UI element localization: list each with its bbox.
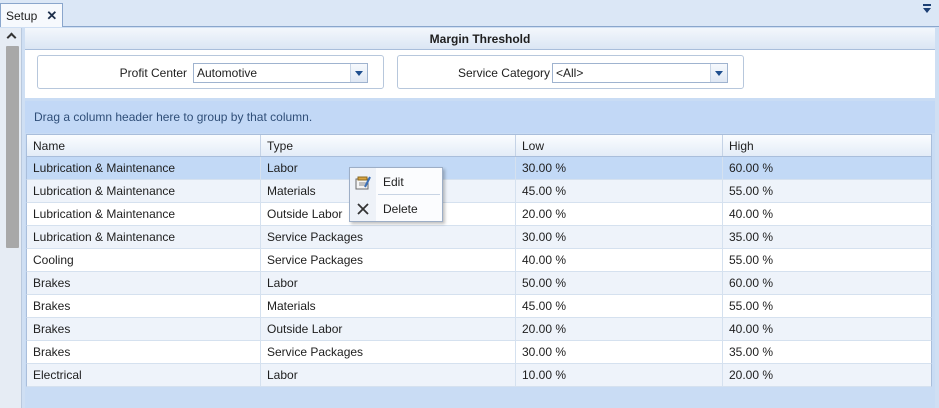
service-category-value: <All> — [556, 66, 584, 80]
profit-center-filter: Profit Center Automotive — [37, 55, 384, 89]
cell-low[interactable]: 45.00 % — [516, 295, 723, 317]
cell-high[interactable]: 55.00 % — [723, 249, 931, 271]
column-header-high[interactable]: High — [723, 135, 931, 156]
filters-panel: Profit Center Automotive Service Categor… — [25, 50, 935, 98]
context-menu-delete[interactable]: Delete — [350, 196, 442, 221]
cell-name[interactable]: Brakes — [27, 272, 261, 294]
table-row[interactable]: Cooling Service Packages 40.00 % 55.00 % — [26, 249, 932, 272]
cell-name[interactable]: Electrical — [27, 364, 261, 386]
context-menu: Edit Delete — [349, 167, 443, 222]
cell-low[interactable]: 45.00 % — [516, 180, 723, 202]
column-header-name[interactable]: Name — [27, 135, 261, 156]
cell-type[interactable]: Service Packages — [261, 226, 516, 248]
cell-high[interactable]: 40.00 % — [723, 203, 931, 225]
cell-high[interactable]: 55.00 % — [723, 180, 931, 202]
cell-high[interactable]: 20.00 % — [723, 364, 931, 386]
cell-type[interactable]: Service Packages — [261, 341, 516, 363]
close-icon[interactable]: ✕ — [46, 9, 57, 22]
tab-bar: Setup ✕ — [0, 0, 939, 27]
cell-name[interactable]: Brakes — [27, 295, 261, 317]
tab-setup[interactable]: Setup ✕ — [0, 3, 63, 27]
cell-type[interactable]: Labor — [261, 364, 516, 386]
profit-center-label: Profit Center — [119, 66, 187, 80]
chevron-down-icon[interactable] — [710, 64, 727, 82]
context-menu-delete-label: Delete — [383, 201, 418, 216]
section-title: Margin Threshold — [25, 28, 935, 50]
cell-low[interactable]: 20.00 % — [516, 318, 723, 340]
grid-body: Lubrication & Maintenance Labor 30.00 % 60.… — [26, 157, 932, 387]
cell-low[interactable]: 30.00 % — [516, 226, 723, 248]
vertical-scrollbar[interactable] — [0, 28, 22, 408]
context-menu-separator — [378, 194, 440, 195]
tab-list-dropdown-icon[interactable] — [923, 4, 931, 13]
context-menu-edit-label: Edit — [383, 174, 404, 189]
service-category-label: Service Category — [457, 66, 550, 80]
edit-icon — [350, 169, 376, 194]
cell-high[interactable]: 35.00 % — [723, 226, 931, 248]
service-category-select[interactable]: <All> — [552, 63, 728, 83]
cell-type[interactable]: Materials — [261, 295, 516, 317]
cell-low[interactable]: 30.00 % — [516, 341, 723, 363]
service-category-filter: Service Category <All> — [397, 55, 744, 89]
table-row[interactable]: Lubrication & Maintenance Materials 45.00 … — [26, 180, 932, 203]
cell-low[interactable]: 20.00 % — [516, 203, 723, 225]
delete-icon — [350, 196, 376, 221]
cell-name[interactable]: Lubrication & Maintenance — [27, 157, 261, 179]
table-row[interactable]: Lubrication & Maintenance Outside Labor 20… — [26, 203, 932, 226]
cell-type[interactable]: Outside Labor — [261, 318, 516, 340]
table-row[interactable]: Brakes Materials 45.00 % 55.00 % — [26, 295, 932, 318]
cell-name[interactable]: Lubrication & Maintenance — [27, 203, 261, 225]
main-panel: Margin Threshold Profit Center Automotiv… — [25, 28, 935, 408]
column-header-type[interactable]: Type — [261, 135, 516, 156]
cell-name[interactable]: Lubrication & Maintenance — [27, 180, 261, 202]
table-row[interactable]: Lubrication & Maintenance Service Package… — [26, 226, 932, 249]
cell-low[interactable]: 50.00 % — [516, 272, 723, 294]
cell-name[interactable]: Brakes — [27, 318, 261, 340]
cell-type[interactable]: Labor — [261, 272, 516, 294]
context-menu-edit[interactable]: Edit — [350, 169, 442, 194]
cell-low[interactable]: 40.00 % — [516, 249, 723, 271]
scrollbar-thumb[interactable] — [6, 46, 19, 248]
table-row[interactable]: Brakes Outside Labor 20.00 % 40.00 % — [26, 318, 932, 341]
tab-label: Setup — [6, 8, 38, 23]
group-by-panel[interactable]: Drag a column header here to group by th… — [25, 101, 935, 133]
cell-type[interactable]: Service Packages — [261, 249, 516, 271]
grid-header: Name Type Low High — [26, 134, 932, 157]
cell-name[interactable]: Lubrication & Maintenance — [27, 226, 261, 248]
column-header-low[interactable]: Low — [516, 135, 723, 156]
cell-name[interactable]: Brakes — [27, 341, 261, 363]
table-row[interactable]: Brakes Service Packages 30.00 % 35.00 % — [26, 341, 932, 364]
cell-high[interactable]: 40.00 % — [723, 318, 931, 340]
cell-low[interactable]: 10.00 % — [516, 364, 723, 386]
cell-high[interactable]: 60.00 % — [723, 157, 931, 179]
cell-low[interactable]: 30.00 % — [516, 157, 723, 179]
table-row[interactable]: Electrical Labor 10.00 % 20.00 % — [26, 364, 932, 387]
table-row[interactable]: Brakes Labor 50.00 % 60.00 % — [26, 272, 932, 295]
margin-threshold-grid: Name Type Low High Lubrication & Mainten… — [26, 134, 932, 408]
profit-center-select[interactable]: Automotive — [193, 63, 368, 83]
scroll-up-icon[interactable] — [6, 32, 17, 43]
chevron-down-icon[interactable] — [350, 64, 367, 82]
table-row[interactable]: Lubrication & Maintenance Labor 30.00 % 60.… — [26, 157, 932, 180]
cell-high[interactable]: 55.00 % — [723, 295, 931, 317]
cell-high[interactable]: 60.00 % — [723, 272, 931, 294]
cell-name[interactable]: Cooling — [27, 249, 261, 271]
grid-empty-area — [26, 387, 932, 408]
cell-high[interactable]: 35.00 % — [723, 341, 931, 363]
profit-center-value: Automotive — [197, 66, 258, 80]
group-by-hint: Drag a column header here to group by th… — [34, 110, 313, 124]
